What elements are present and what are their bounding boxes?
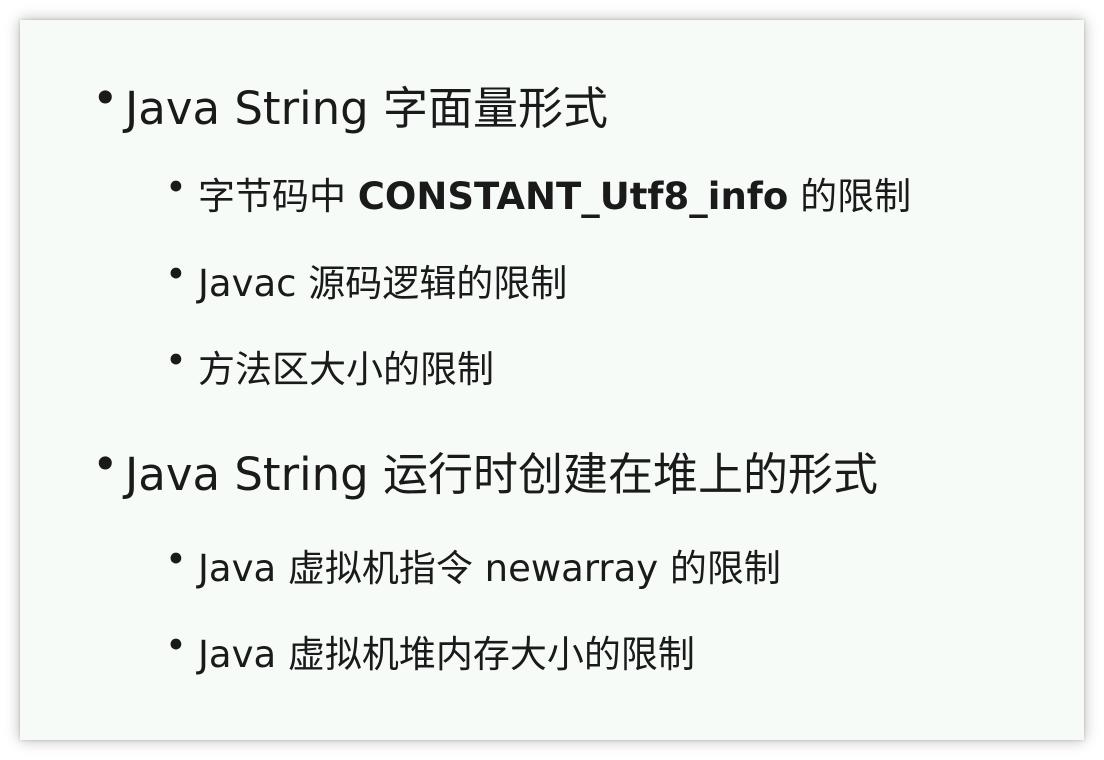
bullet-dot: • [92, 72, 119, 125]
bullet-dot: • [165, 339, 187, 382]
text-segment: 字节码中 [198, 175, 358, 218]
text-segment: 的限制 [788, 175, 912, 218]
bullet-dot: • [165, 624, 187, 667]
bullet-text: Javac 源码逻辑的限制 [198, 262, 568, 305]
bullet-text: 字节码中 CONSTANT_Utf8_info 的限制 [198, 166, 911, 220]
bullet-text: Java 虚拟机指令 newarray 的限制 [198, 547, 781, 590]
bullet-text: 方法区大小的限制 [198, 348, 494, 391]
bullet-dot: • [165, 538, 187, 581]
slide: • Java String 字面量形式 • 字节码中 CONSTANT_Utf8… [20, 20, 1084, 740]
bullet-text: Java String 字面量形式 [125, 82, 608, 135]
bullet-text: Java 虚拟机堆内存大小的限制 [198, 633, 695, 676]
bullet-text: Java String 运行时创建在堆上的形式 [125, 448, 878, 501]
bullet-dot: • [165, 166, 187, 209]
bold-term: CONSTANT_Utf8_info [357, 175, 789, 218]
bullet-dot: • [92, 438, 119, 491]
bullet-dot: • [165, 253, 187, 296]
